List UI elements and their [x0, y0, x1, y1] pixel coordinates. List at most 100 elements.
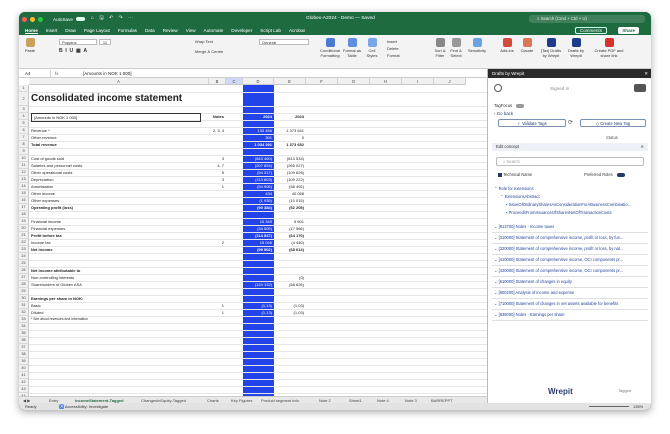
concept-search-input[interactable]: ⌕ Search — [496, 157, 644, 166]
role-section-item[interactable]: ⌄ [410000] Statement of comprehensive in… — [494, 257, 646, 262]
role-for-extensions-item[interactable]: ⌃ Role for extensions — [494, 186, 646, 191]
column-header[interactable]: G — [338, 78, 370, 85]
row-header[interactable]: 39 — [19, 358, 29, 365]
column-header[interactable]: A — [29, 78, 209, 85]
cell-d[interactable]: (1,03) — [275, 309, 304, 316]
cell-d[interactable]: (0) — [275, 274, 304, 281]
role-section-item[interactable]: ⌄ [800200] Analysis of income and expens… — [494, 290, 646, 295]
minimize-window-button[interactable] — [30, 16, 35, 22]
row-header[interactable]: 40 — [19, 365, 29, 372]
extensions-abstract-item[interactable]: ⌃ ExtensionsAbstract — [500, 194, 651, 199]
technical-name-checkbox[interactable]: Technical Name — [498, 172, 532, 177]
name-box[interactable]: A4 — [23, 70, 51, 77]
refresh-icon[interactable]: ⟳ — [568, 119, 573, 126]
row-header[interactable]: 35 — [19, 330, 29, 337]
cell-c[interactable]: (54 906) — [243, 183, 272, 190]
create-new-tag-button[interactable]: ◇ Create New Tag — [580, 119, 646, 127]
cell-a[interactable]: Profit before tax — [31, 232, 207, 239]
role-section-item[interactable]: ⌄ [838000] Notes - Earnings per share — [494, 312, 646, 317]
close-icon[interactable]: ✕ — [644, 69, 648, 78]
tag-focus-toggle[interactable] — [516, 103, 525, 109]
ribbon-tab-draw[interactable]: Draw — [65, 28, 76, 33]
cell-a[interactable]: * See about revenues and information — [31, 316, 207, 323]
cell-c[interactable]: (1,13) — [243, 302, 272, 309]
column-header[interactable]: E — [274, 78, 306, 85]
cell-d[interactable]: 2023 — [275, 113, 304, 120]
cell-c[interactable]: 2024 — [243, 113, 272, 120]
font-select[interactable]: Poppins — [59, 39, 97, 45]
cell-c[interactable]: 434 — [243, 190, 272, 197]
wrap-text-button[interactable]: Wrap Text — [195, 39, 213, 44]
row-header[interactable]: 34 — [19, 323, 29, 330]
row-header[interactable]: 41 — [19, 372, 29, 379]
create-pdf-button[interactable]: Create PDF and share link — [591, 38, 627, 58]
row-header[interactable]: 32 — [19, 309, 29, 316]
role-section-item[interactable]: ⌄ [420000] Statement of comprehensive in… — [494, 268, 646, 273]
font-size-select[interactable]: 11 — [99, 39, 111, 45]
row-header[interactable]: 11 — [19, 162, 29, 169]
cell-c[interactable]: 10 349 — [243, 218, 272, 225]
cell-a[interactable]: Financial expenses — [31, 225, 207, 232]
validate-tags-button[interactable]: ✓ Validate Tags — [498, 119, 566, 127]
settings-icon[interactable] — [634, 84, 646, 92]
go-back-link[interactable]: ‹ Go back — [494, 111, 513, 116]
row-header[interactable]: 7 — [19, 134, 29, 141]
cell-d[interactable]: (1,03) — [275, 302, 304, 309]
cell-d[interactable]: (109 222) — [275, 176, 304, 183]
search-box[interactable]: ⌕ Search (Cmd + Ctrl + U) — [529, 15, 645, 23]
row-header[interactable]: 21 — [19, 232, 29, 239]
row-header[interactable]: 12 — [19, 169, 29, 176]
font-style-buttons[interactable]: B I U ▦ A — [59, 48, 119, 54]
ribbon-tab-view[interactable]: View — [186, 28, 196, 33]
cell-d[interactable]: (10 015) — [275, 197, 304, 204]
cell-a[interactable]: Other expenses — [31, 197, 207, 204]
row-header[interactable]: 10 — [19, 155, 29, 162]
cell-b[interactable]: 3 — [209, 155, 224, 162]
cell-a[interactable]: Other income — [31, 190, 207, 197]
cell-a[interactable]: Other revenue — [31, 134, 207, 141]
cell-c[interactable]: 15 045 — [243, 239, 272, 246]
preferred-roles-toggle[interactable]: Preferred Roles — [584, 172, 625, 178]
cell-a[interactable]: Earnings per share in NOK: — [31, 295, 207, 302]
cell-d[interactable]: (58 492) — [275, 183, 304, 190]
row-header[interactable]: 14 — [19, 183, 29, 190]
sort-filter-button[interactable]: Sort & Filter — [433, 38, 447, 58]
conditional-formatting-button[interactable]: Conditional Formatting — [319, 38, 341, 58]
fx-icon[interactable]: fx — [55, 70, 59, 77]
cell-d[interactable]: (64 170) — [275, 232, 304, 239]
cell-a[interactable]: Salaries and personnel costs — [31, 162, 207, 169]
comments-button[interactable]: Comments — [574, 27, 607, 34]
cell-c[interactable]: (113 603) — [243, 176, 272, 183]
cell-a[interactable]: Net income — [31, 246, 207, 253]
cell-a[interactable]: Consolidated income statement — [31, 92, 207, 106]
cell-c[interactable]: (90 384) — [243, 204, 272, 211]
format-as-table-button[interactable]: Format as Table — [343, 38, 361, 58]
row-header[interactable]: 43 — [19, 386, 29, 393]
delete-cells-button[interactable]: Delete — [387, 46, 399, 51]
row-header[interactable]: 5 — [19, 120, 29, 127]
accessibility-status[interactable]: ♿ Accessibility: Investigate — [59, 404, 108, 409]
ribbon-tab-script-lab[interactable]: Script Lab — [260, 28, 281, 33]
cell-b[interactable]: 1 — [209, 302, 224, 309]
user-avatar-icon[interactable] — [494, 84, 502, 92]
ribbon-tab-acrobat[interactable]: Acrobat — [289, 28, 305, 33]
column-header[interactable]: C — [226, 78, 243, 85]
cell-d[interactable]: 40 058 — [275, 190, 304, 197]
cell-a[interactable]: Income tax — [31, 239, 207, 246]
row-header[interactable]: 29 — [19, 288, 29, 295]
addins-button[interactable]: Add-ins — [499, 38, 515, 53]
cell-a[interactable]: [Amounts in NOK 1 000] — [31, 113, 201, 122]
role-section-item[interactable]: ⌄ [320000] Statement of comprehensive in… — [494, 246, 646, 251]
spreadsheet-grid[interactable]: A B C D E F G H I J 1 2 Consolidated income statemen… — [19, 78, 487, 396]
row-header[interactable]: 28 — [19, 281, 29, 288]
cell-c[interactable]: (114 547) — [243, 232, 272, 239]
cell-c[interactable]: (207 894) — [243, 162, 272, 169]
row-header[interactable]: 20 — [19, 225, 29, 232]
ribbon-tab-insert[interactable]: Insert — [46, 28, 58, 33]
row-header[interactable]: 26 — [19, 267, 29, 274]
ribbon-tab-home[interactable]: Home — [25, 28, 38, 34]
concept-item[interactable]: ▪ ProceedsFromIssuanceOfSharesNetOfTrans… — [506, 210, 646, 215]
cell-c[interactable]: 133 456 — [243, 127, 272, 134]
row-header[interactable]: 42 — [19, 379, 29, 386]
ribbon-tab-page-layout[interactable]: Page Layout — [84, 28, 110, 33]
